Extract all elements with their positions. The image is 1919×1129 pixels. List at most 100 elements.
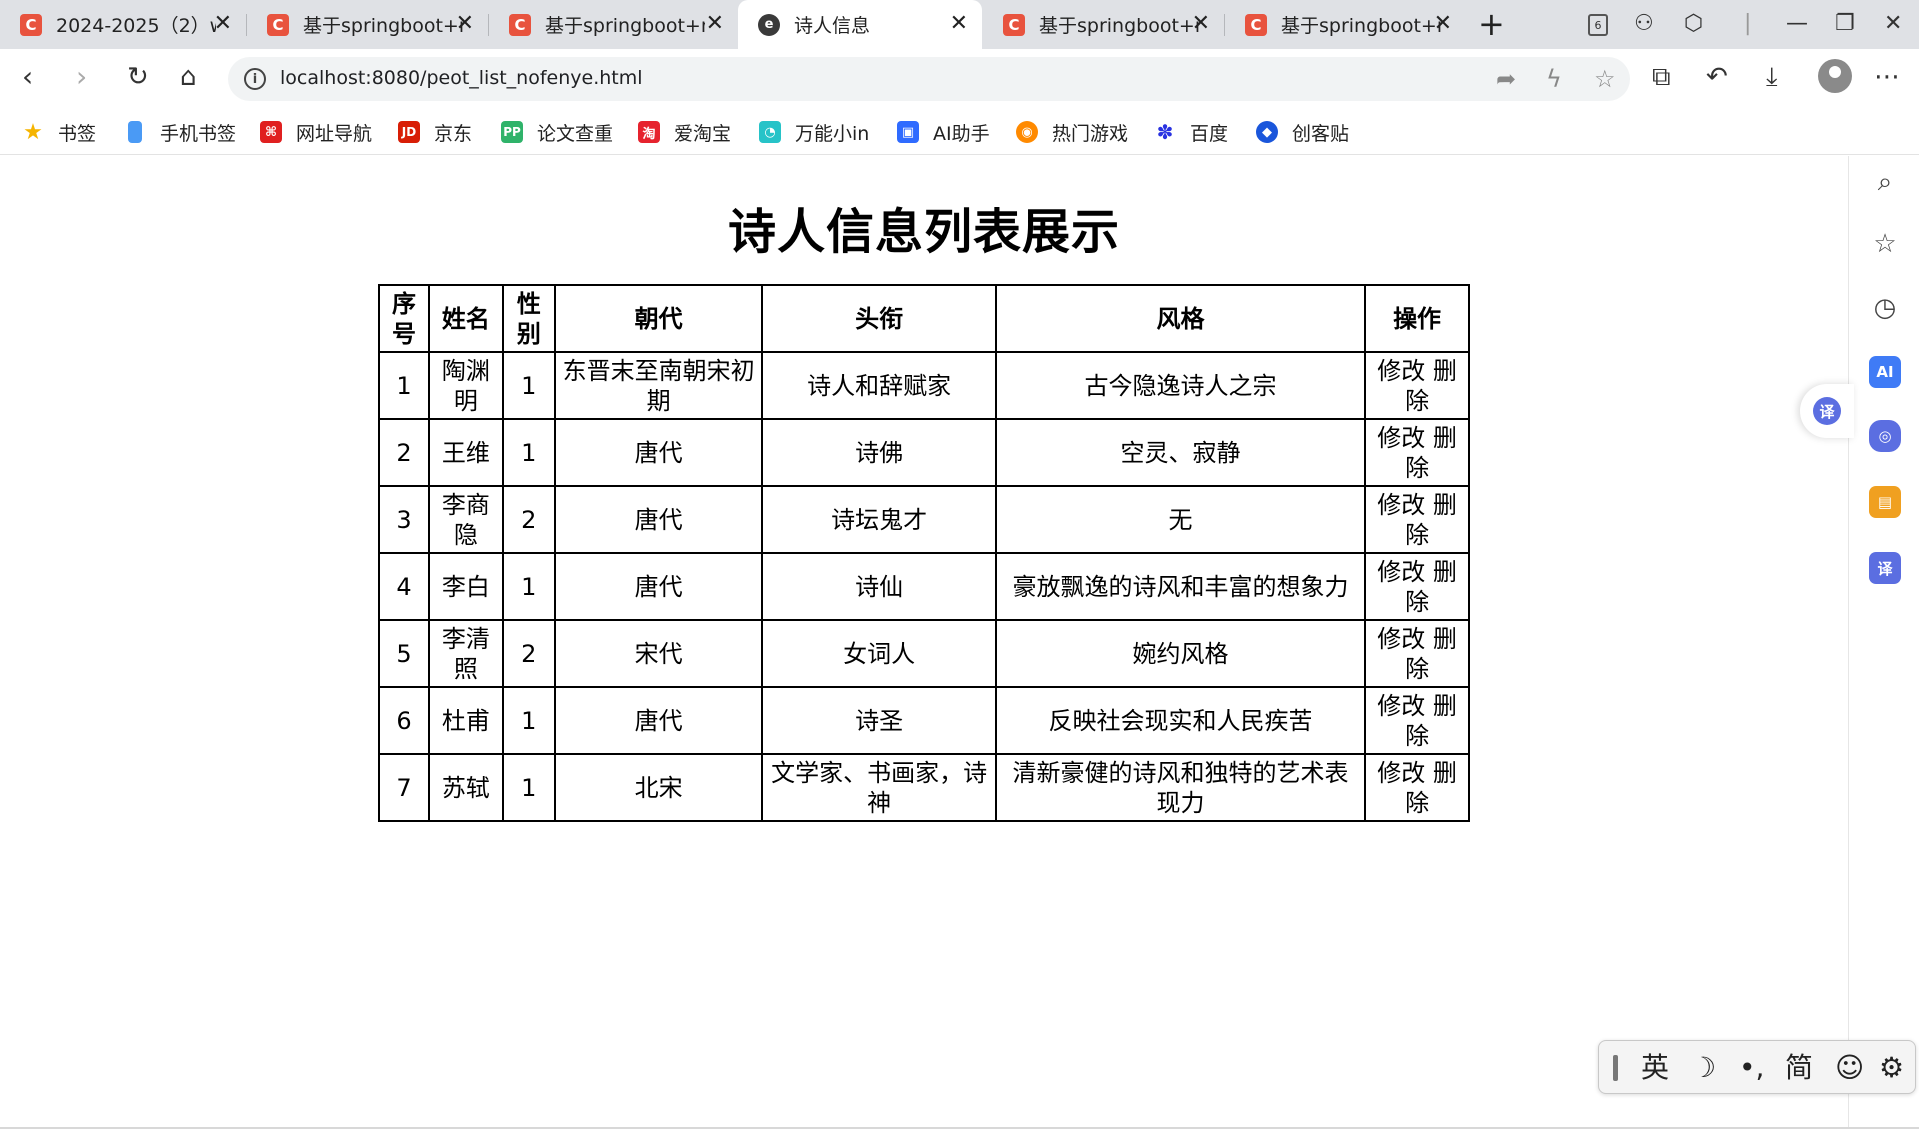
bookmark-star-icon[interactable]: ☆	[1594, 65, 1616, 93]
profile-avatar[interactable]	[1818, 59, 1852, 93]
cell-dynasty: 唐代	[553, 418, 764, 487]
bookmark-item[interactable]: ⌘ 网址导航	[260, 118, 372, 146]
undo-icon[interactable]: ↶	[1706, 61, 1728, 93]
edit-link[interactable]: 修改	[1377, 491, 1425, 519]
translate-icon[interactable]: 译	[1869, 552, 1901, 584]
edit-link[interactable]: 修改	[1377, 692, 1425, 720]
bookmark-item[interactable]: ★ 书签	[22, 118, 96, 146]
moon-icon[interactable]: ☽	[1691, 1051, 1716, 1085]
history-icon[interactable]: ◷	[1869, 292, 1901, 324]
pp-icon: PP	[501, 121, 523, 143]
bookmark-label: 热门游戏	[1052, 122, 1129, 145]
incognito-icon[interactable]: ⚇	[1634, 10, 1654, 38]
ai-icon[interactable]: AI	[1869, 356, 1901, 388]
share-icon[interactable]: ➦	[1496, 65, 1516, 93]
browser-tab[interactable]: C 基于springboot+n ✕	[247, 0, 488, 49]
navigation-toolbar: ‹ › ↻ ⌂ i localhost:8080/peot_list_nofen…	[0, 49, 1919, 109]
bookmark-item[interactable]: ◆ 创客贴	[1256, 118, 1349, 146]
ime-language-toggle[interactable]: 英	[1641, 1051, 1669, 1085]
close-window-icon[interactable]: ✕	[1884, 10, 1902, 38]
bookmark-item[interactable]: JD 京东	[398, 118, 472, 146]
ie-icon: e	[758, 13, 780, 36]
search-icon[interactable]: ⌕	[1869, 166, 1901, 198]
bookmark-item[interactable]: 淘 爱淘宝	[638, 118, 731, 146]
drag-handle[interactable]	[1613, 1055, 1618, 1081]
close-tab-icon[interactable]: ✕	[1192, 12, 1210, 36]
close-tab-icon[interactable]: ✕	[1434, 12, 1452, 36]
bookmark-item[interactable]: PP 论文查重	[501, 118, 613, 146]
browser-tab-active[interactable]: e 诗人信息 ✕	[738, 0, 982, 49]
cell-title: 诗圣	[761, 686, 997, 755]
cell-actions: 修改 删除	[1364, 485, 1470, 554]
close-tab-icon[interactable]: ✕	[950, 12, 968, 36]
tab-title: 基于springboot+n	[1281, 15, 1441, 37]
address-url[interactable]: localhost:8080/peot_list_nofenye.html	[280, 67, 643, 89]
close-tab-icon[interactable]: ✕	[214, 12, 232, 36]
floating-translate-button[interactable]: 译	[1800, 384, 1854, 438]
home-icon[interactable]: ⌂	[180, 61, 197, 93]
ime-charset-toggle[interactable]: 简	[1785, 1051, 1813, 1085]
page-title: 诗人信息列表展示	[727, 204, 1120, 260]
close-tab-icon[interactable]: ✕	[706, 12, 724, 36]
ime-punctuation-toggle[interactable]: •,	[1739, 1051, 1764, 1085]
extensions-icon[interactable]: ⧉	[1652, 61, 1671, 93]
bookmark-item[interactable]: ◔ 万能小in	[759, 118, 869, 146]
tab-title: 基于springboot+n	[1039, 15, 1199, 37]
game-icon[interactable]: ◎	[1869, 420, 1901, 452]
cell-id: 5	[378, 619, 430, 688]
cell-actions: 修改 删除	[1364, 418, 1470, 487]
cell-style: 反映社会现实和人民疾苦	[994, 686, 1367, 755]
restore-icon[interactable]: ❐	[1835, 10, 1855, 38]
column-header: 姓名	[427, 284, 504, 353]
close-tab-icon[interactable]: ✕	[456, 12, 474, 36]
cell-name: 苏轼	[427, 753, 504, 822]
table-row: 2 王维 1 唐代 诗佛 空灵、寂静 修改 删除	[378, 418, 1470, 487]
browser-sidebar: ⌕ ☆ ◷ AI ◎ ▤ 译	[1848, 156, 1919, 1129]
divider-icon: |	[1744, 11, 1752, 36]
browser-tab[interactable]: C 2024-2025（2）w ✕	[0, 0, 246, 49]
edit-link[interactable]: 修改	[1377, 759, 1425, 787]
bookmark-item[interactable]: 手机书签	[124, 118, 236, 146]
table-row: 1 陶渊明 1 东晋末至南朝宋初期 诗人和辞赋家 古今隐逸诗人之宗 修改 删除	[378, 351, 1470, 420]
table-header-row: 序号 姓名 性别 朝代 头衔 风格 操作	[378, 284, 1470, 353]
bookmark-item[interactable]: ✽ 百度	[1154, 118, 1228, 146]
forward-icon[interactable]: ›	[76, 61, 87, 93]
browser-tab[interactable]: C 基于springboot+n ✕	[983, 0, 1224, 49]
edit-link[interactable]: 修改	[1377, 558, 1425, 586]
edit-link[interactable]: 修改	[1377, 357, 1425, 385]
back-icon[interactable]: ‹	[22, 61, 33, 93]
bookmark-item[interactable]: ▣ AI助手	[897, 118, 990, 146]
column-header: 操作	[1364, 284, 1470, 353]
cell-style: 清新豪健的诗风和独特的艺术表现力	[994, 753, 1367, 822]
lightning-icon[interactable]: ϟ	[1546, 65, 1562, 93]
toolbox-icon[interactable]: ▤	[1869, 486, 1901, 518]
edit-link[interactable]: 修改	[1377, 625, 1425, 653]
column-header: 头衔	[761, 284, 997, 353]
reload-icon[interactable]: ↻	[127, 61, 149, 93]
csdn-icon: C	[1003, 13, 1025, 36]
address-bar[interactable]: i localhost:8080/peot_list_nofenye.html …	[228, 57, 1630, 101]
table-row: 3 李商隐 2 唐代 诗坛鬼才 无 修改 删除	[378, 485, 1470, 554]
game-icon: ◉	[1016, 121, 1038, 143]
new-tab-icon[interactable]: +	[1478, 8, 1505, 40]
cell-title: 诗佛	[761, 418, 997, 487]
cell-gender: 1	[501, 351, 556, 420]
cell-actions: 修改 删除	[1364, 351, 1470, 420]
cell-gender: 2	[501, 485, 556, 554]
emoji-icon[interactable]: ☺	[1835, 1051, 1864, 1085]
gear-icon[interactable]: ⚙	[1879, 1051, 1904, 1085]
browser-tab[interactable]: C 基于springboot+n ✕	[489, 0, 738, 49]
cell-dynasty: 东晋末至南朝宋初期	[553, 351, 764, 420]
bookmark-item[interactable]: ◉ 热门游戏	[1016, 118, 1128, 146]
site-info-icon[interactable]: i	[244, 68, 266, 90]
minimize-icon[interactable]: —	[1786, 10, 1808, 38]
skin-icon[interactable]: ⬡	[1684, 10, 1703, 38]
browser-tab[interactable]: C 基于springboot+n ✕	[1225, 0, 1466, 49]
cell-gender: 1	[501, 418, 556, 487]
favorites-icon[interactable]: ☆	[1869, 228, 1901, 260]
download-icon[interactable]: ⤓	[1766, 61, 1778, 93]
edit-link[interactable]: 修改	[1377, 424, 1425, 452]
bookmark-label: 书签	[58, 122, 97, 145]
more-menu-icon[interactable]: ⋯	[1874, 61, 1900, 93]
tab-count-icon[interactable]: 6	[1588, 14, 1608, 36]
